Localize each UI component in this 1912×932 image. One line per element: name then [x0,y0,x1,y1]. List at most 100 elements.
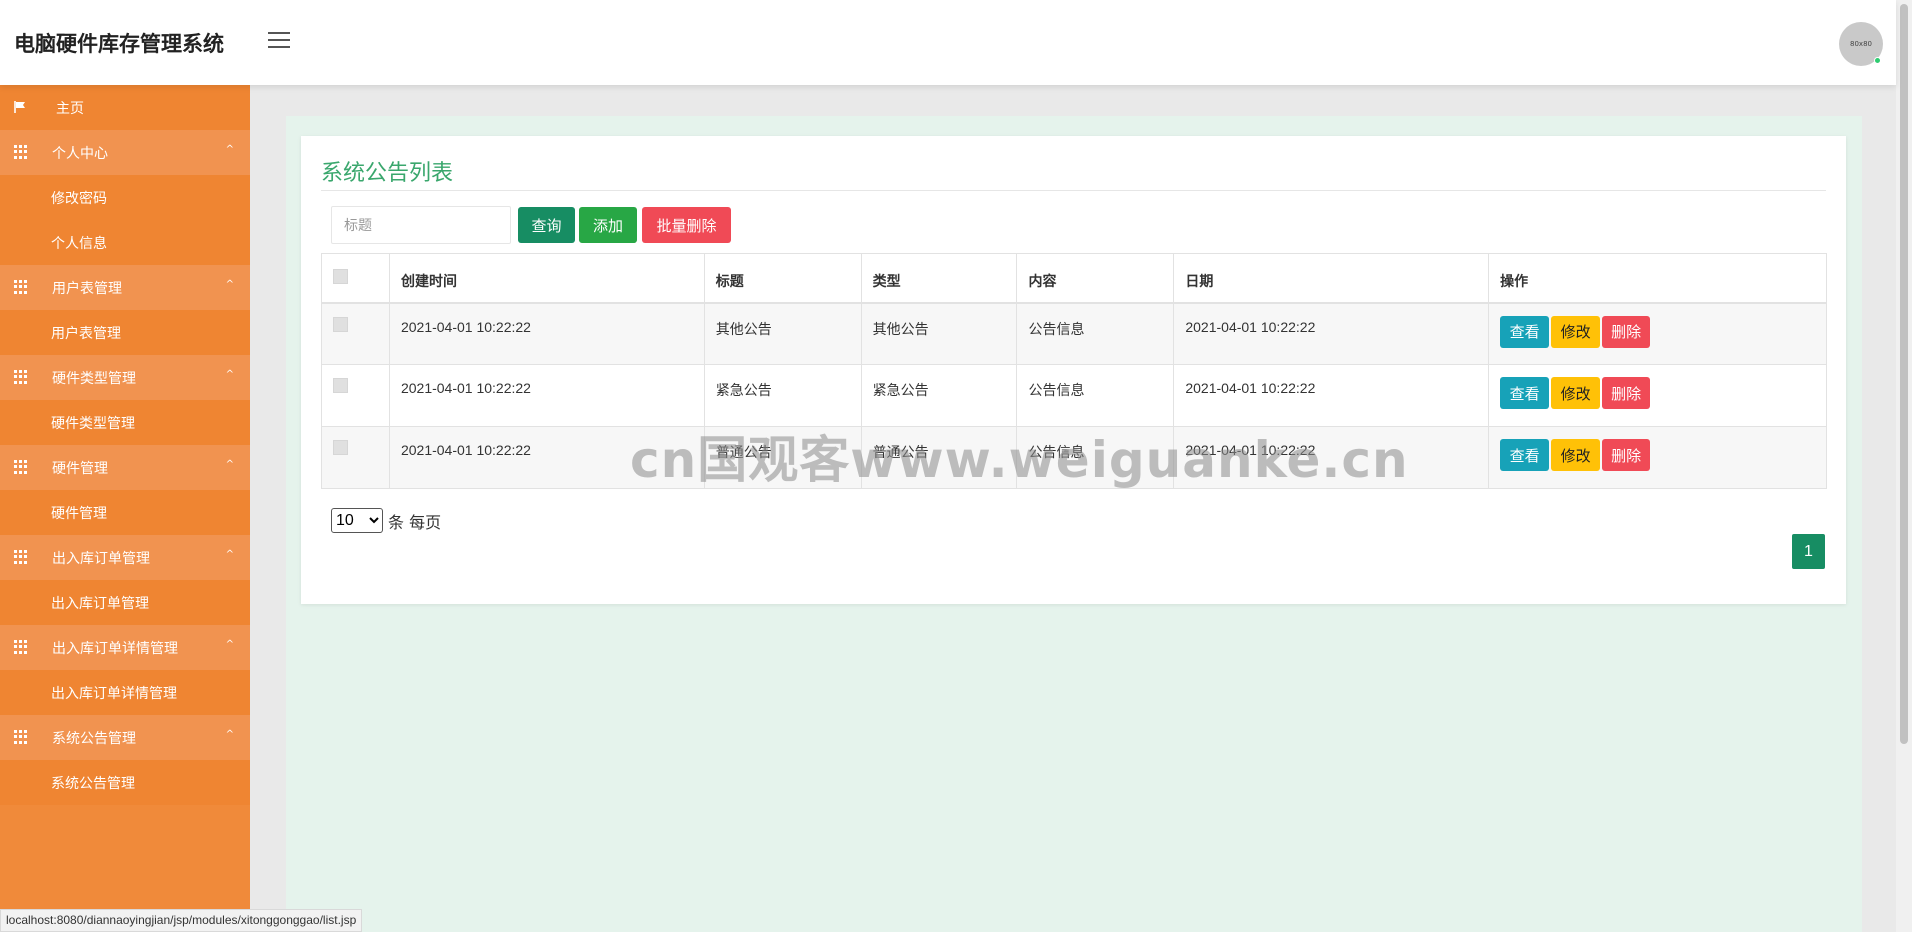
sidebar-group-label: 硬件管理 [52,460,108,477]
sidebar-group-label: 系统公告管理 [52,730,136,747]
row-checkbox-cell [321,364,390,427]
page-button-current[interactable]: 1 [1792,534,1825,569]
sidebar-item-order-details[interactable]: 出入库订单详情管理 [0,670,250,715]
select-all-checkbox[interactable] [333,269,348,284]
edit-button[interactable]: 修改 [1551,377,1601,409]
chevron-up-icon: ^ [225,369,234,380]
sidebar-item-hardware-types[interactable]: 硬件类型管理 [0,400,250,445]
content-cell: 公告信息 [1016,364,1175,427]
sidebar-item-label: 硬件类型管理 [51,415,135,432]
sidebar-item-label: 系统公告管理 [51,775,135,792]
column-header: 类型 [860,253,1018,304]
row-checkbox[interactable] [333,316,348,332]
chevron-up-icon: ^ [225,729,234,740]
view-button[interactable]: 查看 [1500,377,1550,409]
menu-toggle-icon[interactable] [268,32,290,52]
sidebar-item-personal-info[interactable]: 个人信息 [0,220,250,265]
watermark: cn国观客www.weiguanke.cn [630,431,1409,489]
grid-icon [14,640,28,654]
sidebar-item-label: 修改密码 [51,190,107,207]
chevron-up-icon: ^ [225,639,234,650]
search-input[interactable] [331,206,511,244]
column-header: 日期 [1173,253,1490,304]
batch-delete-button[interactable]: 批量删除 [642,207,731,243]
delete-button[interactable]: 删除 [1602,439,1651,471]
view-button[interactable]: 查看 [1500,439,1550,471]
actions-cell: 查看 修改 删除 [1488,426,1827,489]
scrollbar[interactable] [1896,0,1912,932]
grid-icon [14,460,28,474]
page-size-control: 10 条 每页 [331,508,441,533]
sidebar-item-hardware[interactable]: 硬件管理 [0,490,250,535]
sidebar-group-label: 硬件类型管理 [52,370,136,387]
view-button[interactable]: 查看 [1500,315,1550,348]
sidebar-group-orders[interactable]: 出入库订单管理 ^ [0,535,250,580]
online-status-dot [1874,57,1881,64]
title-cell: 其他公告 [703,302,862,365]
created-time-cell: 2021-04-01 10:22:22 [388,364,705,427]
column-header: 标题 [703,253,862,304]
chevron-up-icon: ^ [225,459,234,470]
sidebar-group-label: 出入库订单详情管理 [52,640,178,657]
avatar[interactable]: 80x80 [1839,22,1883,66]
sidebar-item-home[interactable]: 主页 [0,85,250,130]
sidebar-item-announcements[interactable]: 系统公告管理 [0,760,250,805]
delete-button[interactable]: 删除 [1602,315,1651,348]
column-header: 创建时间 [388,253,705,304]
add-button[interactable]: 添加 [579,207,637,243]
grid-icon [14,145,28,159]
table-header-row: 创建时间 标题 类型 内容 日期 操作 [321,253,1827,304]
status-bar-url: localhost:8080/diannaoyingjian/jsp/modul… [0,909,363,932]
row-checkbox[interactable] [333,378,348,393]
table-row: 2021-04-01 10:22:22 紧急公告 紧急公告 公告信息 2021-… [321,364,1827,427]
sidebar-item-change-password[interactable]: 修改密码 [0,175,250,220]
sidebar-item-label: 主页 [56,100,84,117]
row-checkbox-cell [321,302,390,365]
sidebar-group-label: 用户表管理 [52,280,122,297]
sidebar-item-label: 个人信息 [51,235,107,252]
edit-button[interactable]: 修改 [1551,439,1601,471]
edit-button[interactable]: 修改 [1551,315,1601,348]
sidebar-item-orders[interactable]: 出入库订单管理 [0,580,250,625]
sidebar-item-label: 硬件管理 [51,505,107,522]
announcement-list-card: 系统公告列表 查询 添加 批量删除 创建时间 标题 类型 内容 日期 操作 20… [301,136,1846,604]
sidebar: 主页 个人中心 ^ 修改密码 个人信息 用户表管理 ^ 用户表管理 硬件类型管理… [0,85,250,932]
page-title: 系统公告列表 [321,161,454,186]
date-cell: 2021-04-01 10:22:22 [1173,302,1490,365]
sidebar-group-label: 出入库订单管理 [52,550,150,567]
table-row: 2021-04-01 10:22:22 其他公告 其他公告 公告信息 2021-… [321,302,1827,365]
query-button[interactable]: 查询 [518,207,575,243]
delete-button[interactable]: 删除 [1602,377,1651,409]
sidebar-group-announcements[interactable]: 系统公告管理 ^ [0,715,250,760]
date-cell: 2021-04-01 10:22:22 [1173,364,1490,427]
avatar-text: 80x80 [1850,40,1872,48]
sidebar-group-users[interactable]: 用户表管理 ^ [0,265,250,310]
chevron-up-icon: ^ [225,549,234,560]
app-title: 电脑硬件库存管理系统 [14,32,224,56]
row-checkbox[interactable] [333,440,348,455]
page-size-select[interactable]: 10 [331,508,383,533]
chevron-up-icon: ^ [225,144,234,155]
title-divider [321,190,1826,191]
sidebar-group-hardware-types[interactable]: 硬件类型管理 ^ [0,355,250,400]
sidebar-item-users[interactable]: 用户表管理 [0,310,250,355]
title-cell: 紧急公告 [703,364,862,427]
column-header: 操作 [1488,253,1827,304]
scroll-thumb[interactable] [1900,4,1908,744]
grid-icon [14,280,28,294]
sidebar-group-hardware[interactable]: 硬件管理 ^ [0,445,250,490]
sidebar-item-label: 出入库订单详情管理 [51,685,177,702]
row-checkbox-cell [321,426,390,489]
grid-icon [14,370,28,384]
grid-icon [14,730,28,744]
select-all-cell [321,253,390,304]
flag-icon [14,101,25,113]
page-size-label: 条 每页 [388,512,442,532]
type-cell: 紧急公告 [860,364,1018,427]
sidebar-group-personal[interactable]: 个人中心 ^ [0,130,250,175]
actions-cell: 查看 修改 删除 [1488,302,1827,365]
content-cell: 公告信息 [1016,302,1175,365]
sidebar-group-order-details[interactable]: 出入库订单详情管理 ^ [0,625,250,670]
chevron-up-icon: ^ [225,279,234,290]
actions-cell: 查看 修改 删除 [1488,364,1827,427]
